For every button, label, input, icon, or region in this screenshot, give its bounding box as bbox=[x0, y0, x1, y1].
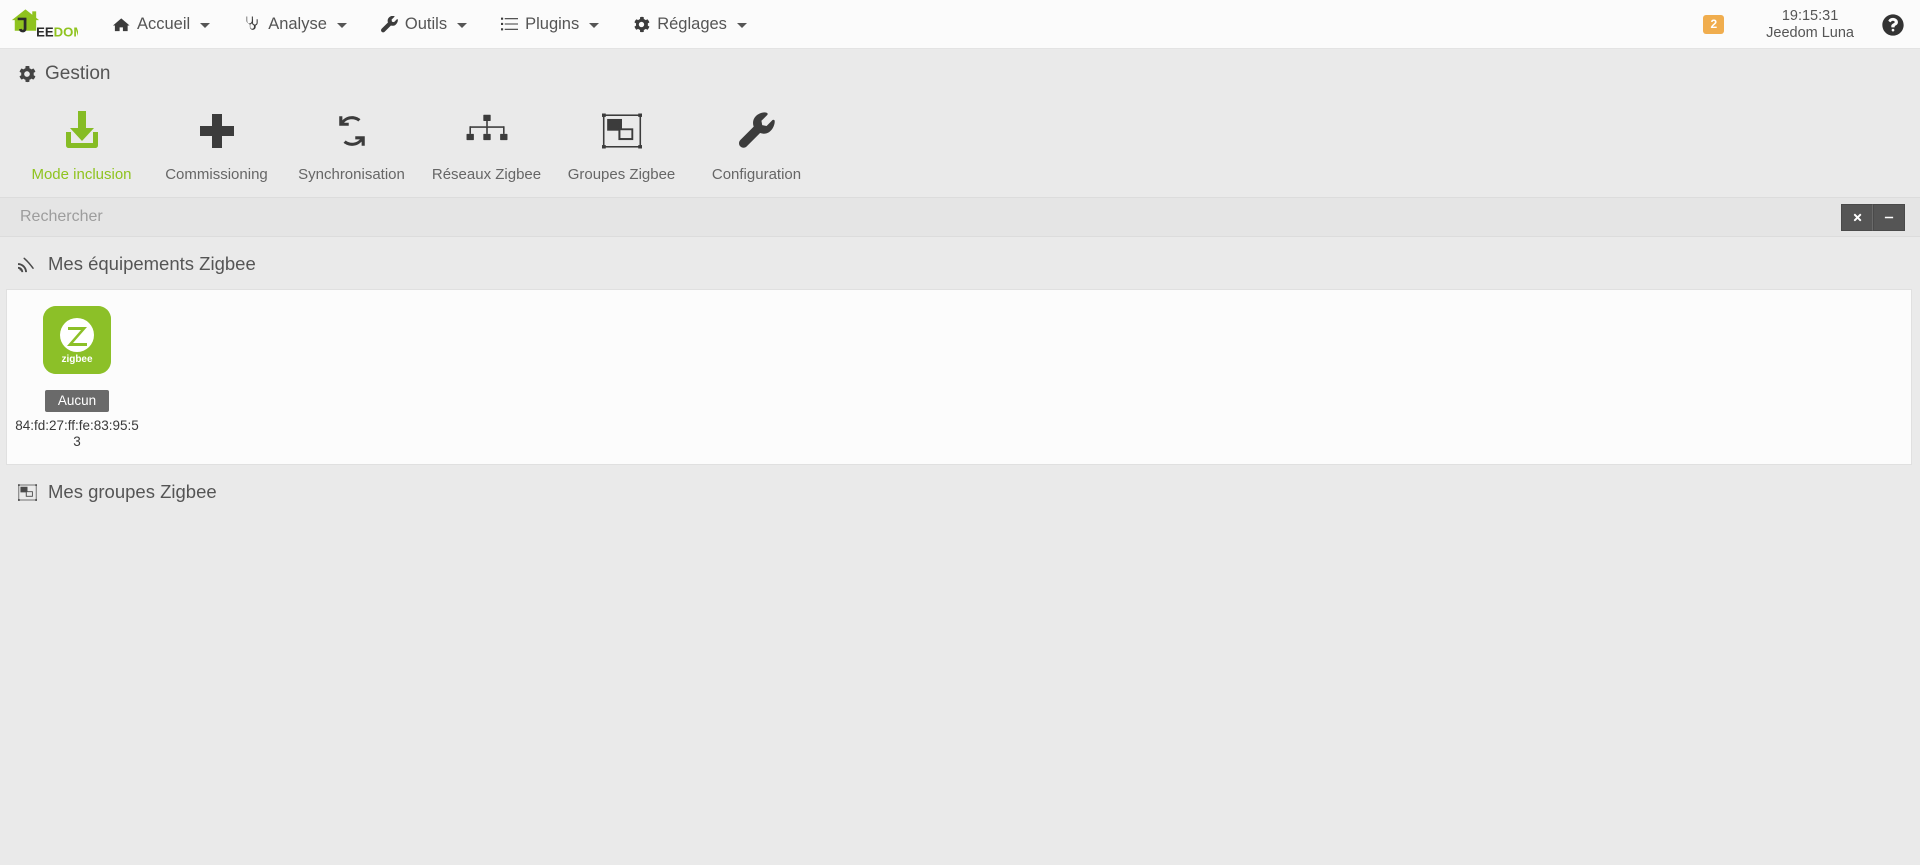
status-badge: Aucun bbox=[44, 390, 110, 412]
gear-icon bbox=[18, 65, 36, 83]
page-body: Gestion Mode inclusion Commissioning Syn… bbox=[0, 49, 1920, 517]
main-menu: Accueil Analyse Outils Plugins Réglages bbox=[96, 0, 764, 49]
tool-commissioning[interactable]: Commissioning bbox=[149, 99, 284, 183]
search-input[interactable] bbox=[0, 198, 1841, 236]
search-bar bbox=[0, 197, 1920, 237]
tool-mode-inclusion-label: Mode inclusion bbox=[31, 166, 132, 183]
nav-item-plugins[interactable]: Plugins bbox=[484, 0, 616, 49]
home-icon bbox=[113, 16, 130, 33]
message-count-badge[interactable]: 2 bbox=[1703, 15, 1725, 34]
times-icon bbox=[1853, 213, 1861, 221]
nav-item-analyse-label: Analyse bbox=[268, 14, 327, 33]
zigbee-logo-graphic: zigbee bbox=[43, 306, 111, 374]
plus-icon bbox=[198, 105, 236, 157]
minus-icon bbox=[1884, 216, 1894, 218]
equipment-card[interactable]: zigbee Aucun 84:fd:27:ff:fe:83:95:53 bbox=[15, 300, 139, 450]
chevron-down-icon bbox=[589, 23, 600, 28]
nav-item-outils[interactable]: Outils bbox=[364, 0, 484, 49]
gestion-toolbar: Mode inclusion Commissioning Synchronisa… bbox=[0, 85, 1920, 193]
clear-search-button[interactable] bbox=[1841, 203, 1873, 231]
nav-item-analyse[interactable]: Analyse bbox=[227, 0, 364, 49]
clock-and-user: 19:15:31 Jeedom Luna bbox=[1766, 8, 1854, 42]
gear-icon bbox=[633, 16, 650, 33]
current-user: Jeedom Luna bbox=[1766, 24, 1854, 41]
navbar-right-zone: 2 19:15:31 Jeedom Luna bbox=[1703, 0, 1920, 49]
gestion-title: Gestion bbox=[0, 49, 1920, 85]
wrench-icon bbox=[738, 105, 775, 157]
signal-broadcast-icon bbox=[18, 255, 37, 274]
nav-item-reglages-label: Réglages bbox=[657, 14, 727, 33]
nav-item-plugins-label: Plugins bbox=[525, 14, 580, 33]
equipment-name: 84:fd:27:ff:fe:83:95:53 bbox=[15, 418, 139, 449]
nav-item-accueil-label: Accueil bbox=[137, 14, 191, 33]
chevron-down-icon bbox=[336, 23, 347, 28]
object-group-icon bbox=[18, 483, 37, 502]
svg-text:EE: EE bbox=[36, 25, 54, 40]
list-icon bbox=[501, 16, 519, 33]
chevron-down-icon bbox=[736, 23, 747, 28]
download-arrow-icon bbox=[63, 105, 101, 157]
svg-text:zigbee: zigbee bbox=[61, 354, 93, 365]
section-header-groups: Mes groupes Zigbee bbox=[0, 465, 1920, 517]
chevron-down-icon bbox=[200, 23, 211, 28]
nav-item-reglages[interactable]: Réglages bbox=[616, 0, 764, 49]
object-group-icon bbox=[601, 105, 642, 157]
jeedom-logo-icon: EE DOM bbox=[11, 9, 78, 40]
refresh-icon bbox=[333, 105, 371, 157]
tool-configuration-label: Configuration bbox=[711, 166, 802, 183]
equipments-panel: zigbee Aucun 84:fd:27:ff:fe:83:95:53 bbox=[6, 289, 1912, 465]
wrench-icon bbox=[380, 15, 398, 33]
tool-reseaux-zigbee[interactable]: Réseaux Zigbee bbox=[419, 99, 554, 183]
tool-commissioning-label: Commissioning bbox=[165, 166, 268, 183]
tool-synchronisation[interactable]: Synchronisation bbox=[284, 99, 419, 183]
stethoscope-icon bbox=[244, 16, 261, 33]
search-buttons bbox=[1841, 203, 1905, 231]
sitemap-icon bbox=[466, 105, 508, 157]
section-header-equipments: Mes équipements Zigbee bbox=[0, 237, 1920, 289]
svg-text:DOM: DOM bbox=[54, 25, 78, 40]
collapse-all-button[interactable] bbox=[1873, 203, 1905, 231]
zigbee-logo-icon: zigbee bbox=[43, 306, 111, 374]
tool-synchronisation-label: Synchronisation bbox=[298, 166, 405, 183]
section-header-groups-label: Mes groupes Zigbee bbox=[48, 481, 217, 502]
tool-mode-inclusion[interactable]: Mode inclusion bbox=[14, 99, 149, 183]
section-header-equipments-label: Mes équipements Zigbee bbox=[48, 253, 256, 274]
tool-configuration[interactable]: Configuration bbox=[689, 99, 824, 183]
gestion-title-label: Gestion bbox=[45, 63, 111, 84]
current-time: 19:15:31 bbox=[1781, 7, 1839, 24]
nav-item-outils-label: Outils bbox=[404, 14, 448, 33]
chevron-down-icon bbox=[457, 23, 468, 28]
tool-reseaux-zigbee-label: Réseaux Zigbee bbox=[431, 166, 542, 183]
tool-groupes-zigbee[interactable]: Groupes Zigbee bbox=[554, 99, 689, 183]
question-circle-icon[interactable] bbox=[1882, 13, 1904, 36]
tool-groupes-zigbee-label: Groupes Zigbee bbox=[567, 166, 676, 183]
jeedom-logo[interactable]: EE DOM bbox=[0, 0, 78, 49]
top-navbar: EE DOM Accueil Analyse Outils bbox=[0, 0, 1920, 49]
nav-item-accueil[interactable]: Accueil bbox=[96, 0, 227, 49]
